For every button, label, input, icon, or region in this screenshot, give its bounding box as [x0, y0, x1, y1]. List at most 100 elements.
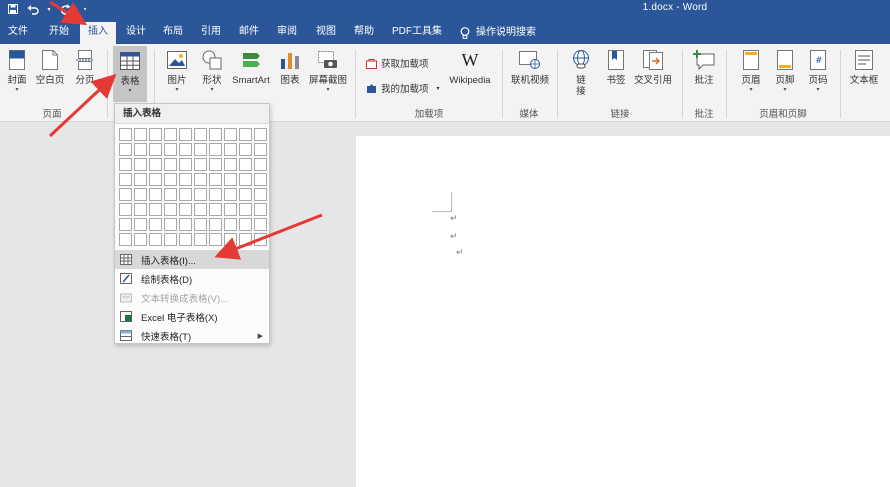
table-grid-cell[interactable] — [209, 128, 222, 141]
table-grid-cell[interactable] — [119, 143, 132, 156]
table-grid-cell[interactable] — [209, 218, 222, 231]
wikipedia-button[interactable]: W Wikipedia — [446, 48, 494, 87]
table-grid-cell[interactable] — [164, 143, 177, 156]
table-grid-cell[interactable] — [224, 188, 237, 201]
table-grid-cell[interactable] — [179, 143, 192, 156]
table-grid-cell[interactable] — [119, 173, 132, 186]
table-grid-cell[interactable] — [254, 143, 267, 156]
table-grid-cell[interactable] — [134, 173, 147, 186]
table-grid-cell[interactable] — [164, 188, 177, 201]
table-grid-cell[interactable] — [164, 233, 177, 246]
table-grid-cell[interactable] — [239, 158, 252, 171]
new-comment-button[interactable]: 批注 — [690, 48, 718, 86]
cover-page-button[interactable]: 封面 ▾ — [5, 48, 29, 94]
table-grid-cell[interactable] — [239, 233, 252, 246]
header-button[interactable]: 页眉 ▾ — [737, 48, 765, 94]
table-grid-cell[interactable] — [194, 203, 207, 216]
table-grid-cell[interactable] — [209, 233, 222, 246]
table-grid-cell[interactable] — [134, 218, 147, 231]
page-number-button[interactable]: # 页码 ▾ — [804, 48, 832, 94]
document-page[interactable] — [356, 136, 890, 487]
table-grid-cell[interactable] — [224, 128, 237, 141]
table-grid-cell[interactable] — [119, 128, 132, 141]
table-grid-cell[interactable] — [224, 173, 237, 186]
table-grid-cell[interactable] — [194, 173, 207, 186]
table-grid-cell[interactable] — [179, 158, 192, 171]
table-grid-cell[interactable] — [254, 188, 267, 201]
table-grid-cell[interactable] — [179, 233, 192, 246]
table-grid-cell[interactable] — [119, 218, 132, 231]
table-grid-cell[interactable] — [224, 203, 237, 216]
table-grid-cell[interactable] — [209, 173, 222, 186]
table-grid-cell[interactable] — [239, 188, 252, 201]
table-grid-cell[interactable] — [149, 143, 162, 156]
picture-button[interactable]: 图片 ▾ — [162, 48, 192, 94]
table-grid-cell[interactable] — [194, 218, 207, 231]
bookmark-button[interactable]: 书签 — [602, 48, 630, 86]
table-button[interactable]: 表格 ▾ — [113, 46, 147, 102]
tab-layout[interactable]: 布局 — [159, 22, 187, 44]
table-grid-cell[interactable] — [194, 188, 207, 201]
table-grid-cell[interactable] — [224, 143, 237, 156]
tab-references[interactable]: 引用 — [197, 22, 225, 44]
table-grid-cell[interactable] — [149, 188, 162, 201]
table-grid-cell[interactable] — [224, 218, 237, 231]
table-grid-cell[interactable] — [254, 128, 267, 141]
cross-reference-button[interactable]: 交叉引用 — [632, 48, 674, 86]
table-grid-cell[interactable] — [134, 203, 147, 216]
table-grid-cell[interactable] — [134, 128, 147, 141]
table-grid-cell[interactable] — [179, 218, 192, 231]
tab-view[interactable]: 视图 — [312, 22, 340, 44]
chart-button[interactable]: 图表 — [276, 48, 304, 86]
screenshot-button[interactable]: 屏幕截图 ▾ — [306, 48, 350, 94]
table-grid-cell[interactable] — [149, 233, 162, 246]
tab-insert[interactable]: 插入 — [80, 22, 116, 44]
tab-review[interactable]: 审阅 — [273, 22, 301, 44]
table-grid-cell[interactable] — [179, 173, 192, 186]
table-grid-cell[interactable] — [179, 128, 192, 141]
table-grid-cell[interactable] — [164, 218, 177, 231]
table-grid-cell[interactable] — [239, 128, 252, 141]
table-grid-cell[interactable] — [164, 173, 177, 186]
quick-tables-item[interactable]: 快速表格(T) ▶ — [115, 326, 269, 345]
table-grid-cell[interactable] — [164, 158, 177, 171]
excel-spreadsheet-item[interactable]: Excel 电子表格(X) — [115, 307, 269, 326]
table-grid-cell[interactable] — [239, 203, 252, 216]
tab-design[interactable]: 设计 — [122, 22, 150, 44]
table-grid-cell[interactable] — [194, 158, 207, 171]
my-addins-button[interactable]: 我的加载项 ▾ — [366, 81, 440, 95]
tab-file[interactable]: 文件 — [4, 22, 32, 44]
table-grid-cell[interactable] — [254, 158, 267, 171]
text-to-table-item[interactable]: 文本转换成表格(V)... — [115, 288, 269, 307]
tab-help[interactable]: 帮助 — [350, 22, 378, 44]
table-grid-cell[interactable] — [149, 203, 162, 216]
draw-table-item[interactable]: 绘制表格(D) — [115, 269, 269, 288]
footer-button[interactable]: 页脚 ▾ — [771, 48, 799, 94]
table-grid-cell[interactable] — [194, 143, 207, 156]
table-grid-cell[interactable] — [149, 158, 162, 171]
table-grid-cell[interactable] — [119, 188, 132, 201]
insert-table-item[interactable]: 插入表格(I)... — [115, 250, 269, 269]
table-grid-cell[interactable] — [149, 173, 162, 186]
table-grid-cell[interactable] — [149, 128, 162, 141]
table-grid-cell[interactable] — [254, 203, 267, 216]
table-grid-cell[interactable] — [239, 173, 252, 186]
table-grid-cell[interactable] — [209, 203, 222, 216]
text-box-button[interactable]: 文本框 — [846, 48, 882, 86]
get-addins-button[interactable]: 获取加载项 — [366, 56, 429, 70]
table-grid-cell[interactable] — [179, 203, 192, 216]
table-grid-cell[interactable] — [254, 218, 267, 231]
table-grid-cell[interactable] — [119, 158, 132, 171]
table-grid-cell[interactable] — [164, 128, 177, 141]
tell-me-search[interactable]: 操作说明搜索 — [460, 22, 550, 44]
table-grid-cell[interactable] — [119, 233, 132, 246]
table-size-grid[interactable] — [119, 128, 267, 246]
online-video-button[interactable]: 联机视频 — [508, 48, 552, 86]
blank-page-button[interactable]: 空白页 — [34, 48, 66, 86]
shapes-button[interactable]: 形状 ▾ — [197, 48, 227, 94]
table-grid-cell[interactable] — [254, 233, 267, 246]
table-grid-cell[interactable] — [194, 233, 207, 246]
table-grid-cell[interactable] — [194, 128, 207, 141]
tab-mailings[interactable]: 邮件 — [235, 22, 263, 44]
table-grid-cell[interactable] — [119, 203, 132, 216]
